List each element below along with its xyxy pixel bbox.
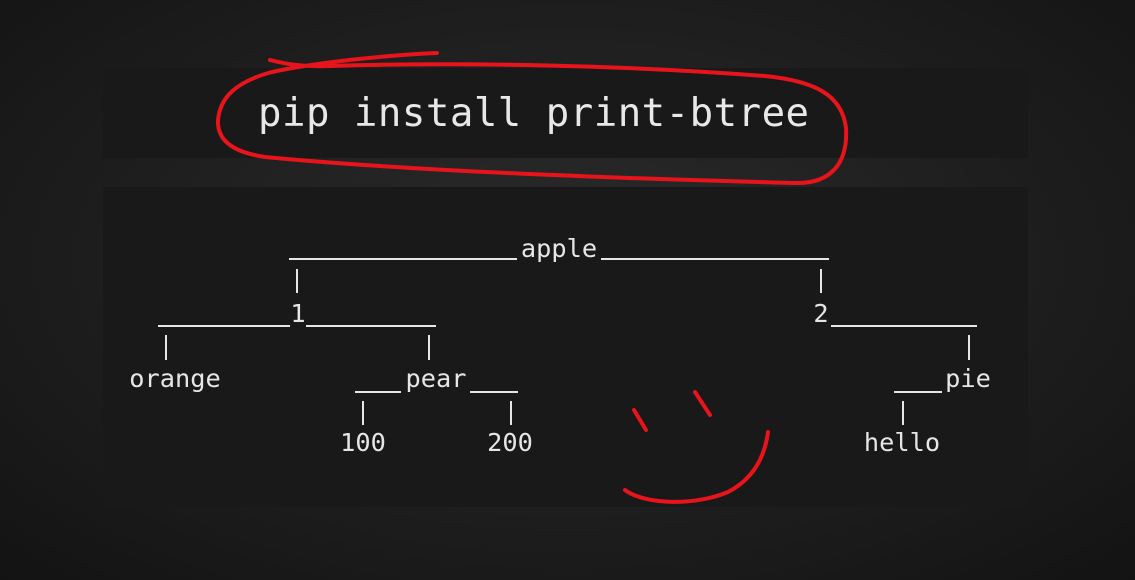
node2-right-connector [968, 335, 970, 360]
tree-node-pear: pear [405, 364, 467, 393]
pear-right-branch [470, 391, 518, 393]
pear-right-connector [510, 401, 512, 425]
tree-node-1: 1 [290, 299, 306, 328]
tree-node-pie: pie [945, 364, 991, 393]
tree-node-100: 100 [340, 428, 386, 457]
root-right-branch [601, 258, 829, 260]
node1-right-connector [428, 335, 430, 360]
tree-node-hello: hello [863, 428, 941, 457]
install-command[interactable]: pip install print-btree [258, 88, 810, 140]
root-left-branch [289, 258, 517, 260]
node2-right-branch [831, 325, 977, 327]
node1-right-branch [306, 325, 436, 327]
tree-node-2: 2 [813, 299, 829, 328]
tree-node-200: 200 [487, 428, 533, 457]
node1-left-branch [158, 325, 290, 327]
pie-left-branch [894, 391, 942, 393]
root-left-connector [296, 269, 298, 293]
pear-left-branch [355, 391, 401, 393]
tree-node-orange: orange [129, 364, 221, 393]
tree-node-root: apple [520, 234, 598, 263]
root-right-connector [820, 269, 822, 293]
node1-left-connector [165, 335, 167, 360]
pie-left-connector [902, 401, 904, 425]
pear-left-connector [362, 401, 364, 425]
